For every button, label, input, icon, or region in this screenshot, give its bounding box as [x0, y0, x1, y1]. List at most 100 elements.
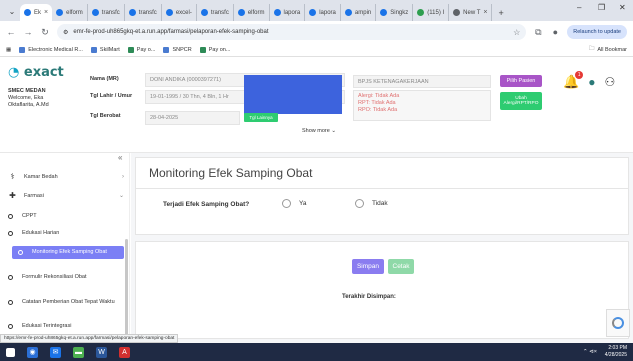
redaction-block [244, 75, 342, 114]
site-info-icon[interactable]: ⚙ [63, 29, 68, 36]
browser-tab[interactable]: lapora [270, 4, 306, 21]
pilih-pasien-button[interactable]: Pilih Pasien [500, 75, 542, 87]
tab-label: lapora [319, 9, 336, 16]
sidebar-item-label: Farmasi [24, 192, 44, 199]
reload-icon[interactable]: ↻ [40, 27, 50, 38]
sidebar-subitem-monitoring-eso[interactable]: Monitoring Efek Samping Obat [12, 246, 124, 259]
sidebar-subitem-catatan-pemberian[interactable]: Catatan Pemberian Obat Tepat Waktu [8, 299, 124, 306]
radio-circle-icon[interactable] [355, 199, 364, 208]
radio-circle-icon[interactable] [282, 199, 291, 208]
tab-search-icon[interactable]: ⌄ [4, 3, 20, 19]
sidebar-item-farmasi[interactable]: ✚ Farmasi ⌄ [8, 191, 124, 200]
browser-tab[interactable]: transfc [125, 4, 162, 21]
app-logo: ◔ exact [8, 65, 64, 80]
browser-tab[interactable]: (115) I [413, 4, 450, 21]
bullet-icon [8, 275, 13, 280]
notification-bell-icon[interactable]: 🔔 1 [563, 71, 584, 90]
ubah-alergi-button[interactable]: Ubah Alergi/RPT/RPO [500, 92, 542, 110]
bookmark-item[interactable]: SkilMart [90, 46, 120, 53]
recaptcha-icon [612, 317, 624, 329]
folder-icon: 🗀 [588, 46, 595, 52]
url-text: emr-fe-prod-uh865gkq-et.a.run.app/farmas… [73, 29, 269, 35]
close-window-icon[interactable]: ✕ [619, 3, 626, 12]
bookmark-item[interactable]: Electronic Medical R... [19, 46, 83, 53]
save-button[interactable]: Simpan [352, 259, 384, 274]
favicon-icon [56, 9, 64, 16]
browser-tab-active[interactable]: Ek × [20, 4, 53, 21]
close-tab-icon[interactable]: × [483, 9, 487, 16]
collapse-sidebar-icon[interactable]: « [118, 153, 122, 162]
minimize-icon[interactable]: – [577, 3, 581, 12]
user-icon[interactable]: ● [588, 75, 595, 89]
extensions-icon[interactable]: ⧉ [533, 27, 543, 38]
last-saved-label: Terakhir Disimpan: [342, 294, 396, 300]
users-icon[interactable]: ⚇ [604, 75, 615, 89]
browser-tab[interactable]: elform [52, 4, 88, 21]
sidebar-subitem-rekonsiliasi[interactable]: Formulir Rekonsiliasi Obat [8, 274, 124, 281]
chevron-right-icon: › [122, 173, 124, 180]
label-tgl-lahir: Tgl Lahir / Umur [90, 93, 133, 99]
relaunch-button[interactable]: Relaunch to update [567, 25, 627, 39]
browser-tab[interactable]: ampin [341, 4, 377, 21]
tab-label: transfc [210, 9, 229, 16]
bookmark-item[interactable]: Pay o... [127, 46, 156, 53]
forward-icon[interactable]: → [23, 27, 33, 37]
header-icons: 🔔 1 ● ⚇ [563, 71, 615, 90]
clock[interactable]: 2:03 PM 4/28/2025 [605, 345, 627, 359]
browser-tab[interactable]: New T × [449, 4, 493, 21]
bookmark-label: Pay o... [136, 46, 156, 53]
sidebar-item-label: Kamar Bedah [24, 173, 58, 180]
browser-tab[interactable]: Singkz [376, 4, 414, 21]
radio-ya[interactable]: Ya [282, 199, 306, 208]
profile-icon[interactable]: ● [550, 27, 560, 37]
pdf-taskbar-icon[interactable]: A [119, 346, 130, 358]
all-bookmarks[interactable]: 🗀 All Bookmar [589, 45, 627, 54]
browser-tab[interactable]: transfc [197, 4, 234, 21]
windows-start-icon[interactable] [6, 347, 15, 357]
maximize-icon[interactable]: ❐ [598, 3, 605, 12]
chrome-taskbar-icon[interactable]: ◉ [27, 346, 38, 358]
word-taskbar-icon[interactable]: W [96, 346, 107, 358]
bookmarks-bar: ▦ Electronic Medical R... SkilMart Pay o… [0, 43, 633, 57]
bookmark-star-icon[interactable]: ☆ [513, 28, 520, 37]
all-bookmarks-label: All Bookmar [597, 46, 627, 53]
bookmark-icon [90, 46, 97, 53]
bookmark-label: Pay on... [208, 46, 231, 53]
browser-tab[interactable]: lapora [305, 4, 341, 21]
url-input[interactable]: ⚙ emr-fe-prod-uh865gkq-et.a.run.app/farm… [57, 24, 527, 40]
favicon-icon [417, 9, 425, 16]
sidebar-subitem-edukasi-terintegrasi[interactable]: Edukasi Terintegrasi [8, 323, 124, 330]
print-button[interactable]: Cetak [388, 259, 414, 274]
browser-tab[interactable]: excel- [162, 4, 197, 21]
browser-tab[interactable]: elform [234, 4, 270, 21]
favicon-icon [128, 9, 136, 16]
sidebar-subitem-cppt[interactable]: CPPT [8, 213, 124, 220]
close-tab-icon[interactable]: × [44, 9, 48, 16]
new-tab-icon[interactable]: + [492, 4, 509, 21]
bookmark-item[interactable]: SNPCR [163, 46, 192, 53]
address-bar: ← → ↻ ⚙ emr-fe-prod-uh865gkq-et.a.run.ap… [0, 21, 633, 43]
tgl-berobat-value: 28-04-2025 [145, 111, 240, 125]
outlook-taskbar-icon[interactable]: ✉ [50, 346, 61, 358]
clinic-info: SMEC MEDAN Welcome, Eka Oktaflarita, A.M… [8, 88, 49, 109]
tray-icons[interactable]: ⌃ ⊲× [583, 349, 597, 355]
favicon-icon [344, 9, 352, 16]
taskbar: ◉ ✉ ▬ W A ⌃ ⊲× 2:03 PM 4/28/2025 [0, 343, 633, 361]
favicon-icon [273, 9, 281, 16]
sidebar-scrollbar[interactable] [125, 239, 128, 339]
bookmark-item[interactable]: Pay on... [199, 46, 231, 53]
question-label: Terjadi Efek Samping Obat? [163, 201, 250, 208]
recaptcha-badge[interactable] [606, 309, 630, 337]
back-icon[interactable]: ← [6, 27, 16, 37]
favicon-icon [165, 9, 173, 16]
apps-icon[interactable]: ▦ [6, 47, 11, 53]
sidebar-item-kamar-bedah[interactable]: ⚕ Kamar Bedah › [8, 172, 124, 181]
tgl-lainnya-button[interactable]: Tgl Lainnya [244, 113, 278, 122]
app-taskbar-icon[interactable]: ▬ [73, 346, 84, 358]
welcome-name: Oktaflarita, A.Md [8, 102, 49, 108]
bookmark-icon [163, 46, 170, 53]
sidebar-subitem-edukasi-harian[interactable]: Edukasi Harian [8, 230, 124, 237]
show-more-link[interactable]: Show more ⌄ [302, 128, 336, 134]
browser-tab[interactable]: transfc [88, 4, 125, 21]
radio-tidak[interactable]: Tidak [355, 199, 388, 208]
